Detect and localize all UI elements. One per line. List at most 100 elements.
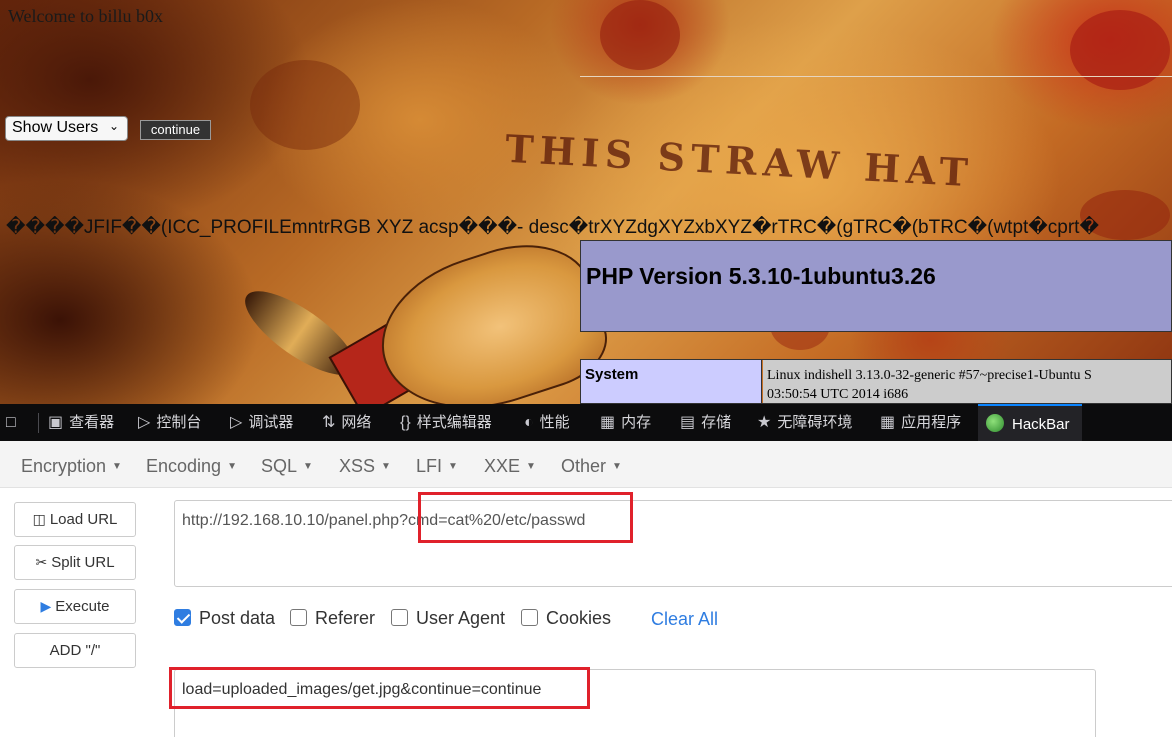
caret-down-icon: ▼ [448, 461, 458, 472]
menu-lfi[interactable]: LFI ▼ [416, 456, 458, 477]
cookies-checkbox[interactable]: Cookies [521, 608, 611, 629]
element-picker-icon: □ [6, 414, 16, 431]
tab-label: 调试器 [248, 414, 294, 431]
tab-inspector[interactable]: ▣ 查看器 [48, 404, 114, 441]
url-textarea[interactable]: http://192.168.10.10/panel.php?cmd=cat%2… [174, 500, 1172, 587]
menu-sql[interactable]: SQL ▼ [261, 456, 313, 477]
caret-down-icon: ▼ [112, 461, 122, 472]
hackbar-menu-bar: Encryption ▼ Encoding ▼ SQL ▼ XSS ▼ LFI ▼ XXE… [0, 441, 1172, 488]
referer-checkbox[interactable]: Referer [290, 608, 375, 629]
checkbox-label: User Agent [416, 608, 506, 628]
welcome-text: Welcome to billu b0x [8, 6, 164, 26]
system-value-line: 03:50:54 UTC 2014 i686 [767, 387, 909, 402]
tab-network[interactable]: ⇅ 网络 [322, 404, 371, 441]
chevron-down-icon: ⌄ [108, 119, 119, 133]
tab-label: 样式编辑器 [416, 414, 492, 431]
tab-label: 应用程序 [901, 414, 962, 431]
caret-down-icon: ▼ [526, 461, 536, 472]
phpinfo-header: PHP Version 5.3.10-1ubuntu3.26 [580, 240, 1172, 332]
console-icon: ▷ [138, 414, 151, 431]
button-label: Load URL [49, 511, 118, 528]
users-select-value: Show Users [12, 119, 99, 136]
tab-style-editor[interactable]: {} 样式编辑器 [400, 404, 492, 441]
system-value: Linux indishell 3.13.0-32-generic #57~pr… [763, 360, 1171, 403]
network-icon: ⇅ [322, 414, 336, 431]
play-icon: ▶ [40, 598, 52, 614]
tab-label: 内存 [621, 414, 652, 431]
devtools-toolbar: □ ▣ 查看器 ▷ 控制台 ▷ 调试器 ⇅ 网络 {} 样式编辑器 ◐ 性能 ▦ 内存 ▤ 存储… [0, 404, 1172, 441]
garbled-binary-output: ����JFIF��(ICC_PROFILEmntrRGB XYZ acsp��… [6, 217, 1099, 238]
inspector-icon: ▣ [48, 414, 64, 431]
checkbox-icon [290, 609, 307, 626]
style-editor-icon: {} [400, 414, 411, 431]
checkbox-icon [521, 609, 538, 626]
hackbar-panel: Encryption ▼ Encoding ▼ SQL ▼ XSS ▼ LFI ▼ XXE… [0, 441, 1172, 737]
tab-label: 网络 [341, 414, 372, 431]
tab-performance[interactable]: ◐ 性能 [524, 404, 570, 441]
split-url-button[interactable]: ✂ Split URL [14, 545, 136, 580]
memory-icon: ▦ [600, 414, 616, 431]
performance-icon: ◐ [524, 414, 534, 431]
debugger-icon: ▷ [230, 414, 243, 431]
clear-all-link[interactable]: Clear All [651, 609, 718, 630]
tab-storage[interactable]: ▤ 存储 [680, 404, 731, 441]
menu-xxe[interactable]: XXE ▼ [484, 456, 536, 477]
checkbox-label: Referer [315, 608, 376, 628]
web-page-viewport: THIS STRAW HAT Welcome to billu b0x Show… [0, 0, 1172, 404]
php-version-title: PHP Version 5.3.10-1ubuntu3.26 [586, 263, 936, 289]
tab-debugger[interactable]: ▷ 调试器 [230, 404, 293, 441]
button-label: ADD "/" [49, 642, 101, 659]
system-label: System [581, 360, 762, 403]
tab-label: 存储 [701, 414, 732, 431]
element-picker-button[interactable]: □ [6, 404, 22, 441]
toolbar-divider [38, 413, 39, 433]
background-banner-text: THIS STRAW HAT [504, 125, 975, 196]
phpinfo-table: System Linux indishell 3.13.0-32-generic… [580, 359, 1172, 404]
button-label: Execute [55, 598, 110, 615]
menu-encoding[interactable]: Encoding ▼ [146, 456, 237, 477]
add-slash-button[interactable]: ADD "/" [14, 633, 136, 668]
caret-down-icon: ▼ [381, 461, 391, 472]
paint-blot [600, 0, 680, 70]
checkbox-label: Cookies [546, 608, 612, 628]
checkbox-checked-icon [174, 609, 191, 626]
highlight-box-post [169, 667, 590, 709]
accessibility-icon: ★ [757, 414, 772, 431]
menu-label: Other [561, 456, 607, 476]
checkbox-icon [391, 609, 408, 626]
continue-button[interactable]: continue [140, 120, 211, 140]
menu-other[interactable]: Other ▼ [561, 456, 622, 477]
tab-memory[interactable]: ▦ 内存 [600, 404, 651, 441]
checkbox-label: Post data [199, 608, 276, 628]
menu-xss[interactable]: XSS ▼ [339, 456, 391, 477]
caret-down-icon: ▼ [227, 461, 237, 472]
menu-label: SQL [261, 456, 298, 476]
tab-label: HackBar [1012, 416, 1070, 433]
load-icon: ◫ [32, 511, 46, 527]
caret-down-icon: ▼ [303, 461, 313, 472]
execute-button[interactable]: ▶ Execute [14, 589, 136, 624]
post-data-checkbox[interactable]: Post data [174, 608, 275, 629]
tab-console[interactable]: ▷ 控制台 [138, 404, 201, 441]
load-url-button[interactable]: ◫ Load URL [14, 502, 136, 537]
tab-accessibility[interactable]: ★ 无障碍环境 [757, 404, 852, 441]
tab-label: 控制台 [156, 414, 202, 431]
button-label: Split URL [51, 554, 115, 571]
storage-icon: ▤ [680, 414, 696, 431]
users-select[interactable]: Show Users ⌄ [5, 116, 128, 141]
menu-encryption[interactable]: Encryption ▼ [21, 456, 122, 477]
horizontal-rule [580, 76, 1172, 77]
menu-label: Encryption [21, 456, 107, 476]
system-value-line: Linux indishell 3.13.0-32-generic #57~pr… [767, 368, 1092, 383]
hackbar-logo-icon [986, 414, 1004, 432]
menu-label: LFI [416, 456, 443, 476]
tab-hackbar[interactable]: HackBar [978, 404, 1082, 441]
tab-label: 性能 [539, 414, 570, 431]
tab-application[interactable]: ▦ 应用程序 [880, 404, 961, 441]
menu-label: XSS [339, 456, 376, 476]
tab-label: 查看器 [69, 414, 115, 431]
scissors-icon: ✂ [35, 554, 48, 570]
menu-label: Encoding [146, 456, 222, 476]
user-agent-checkbox[interactable]: User Agent [391, 608, 505, 629]
application-icon: ▦ [880, 414, 896, 431]
